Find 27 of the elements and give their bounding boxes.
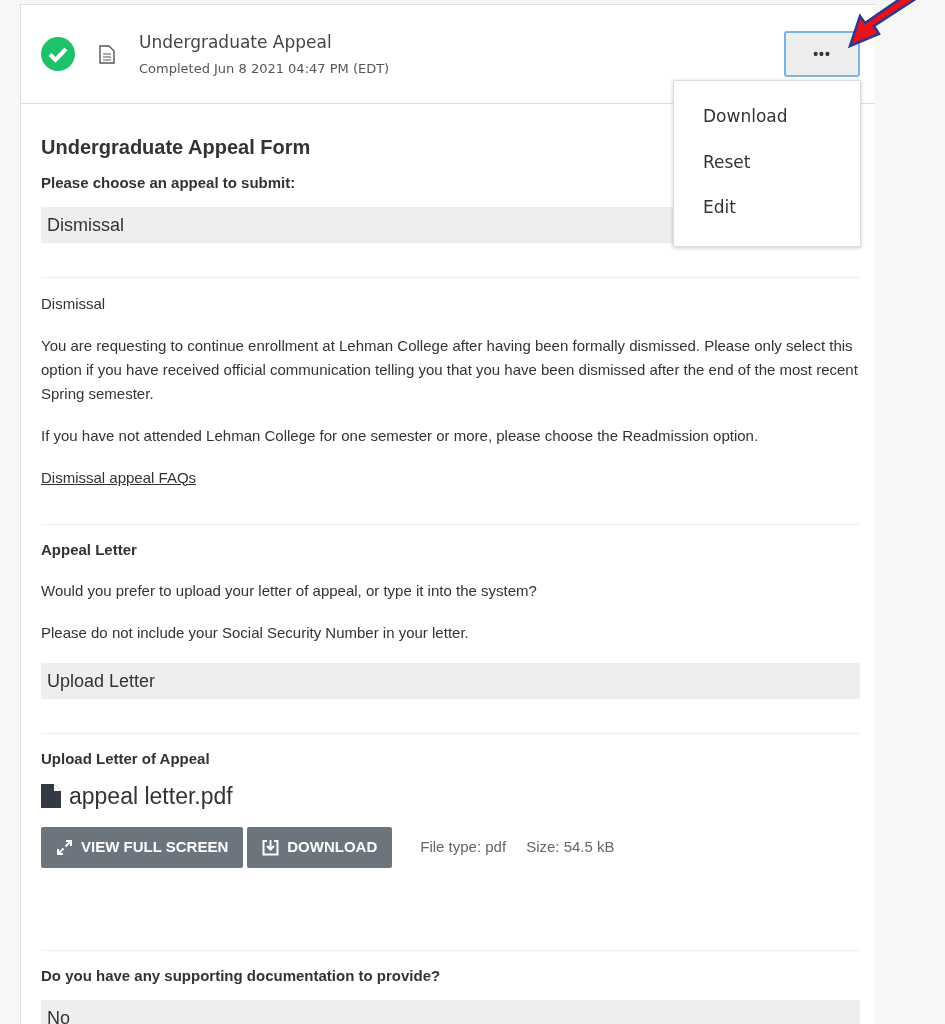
download-icon [262,839,280,856]
completed-date: Completed Jun 8 2021 04:47 PM (EDT) [139,60,390,78]
paragraph: Dismissal [41,293,107,314]
file-type: File type: pdf [420,837,507,858]
answer-field: Upload Letter [41,663,860,699]
menu-item[interactable]: Download [674,95,817,141]
form-title: Undergraduate Appeal Form [41,135,311,160]
question-label: Appeal Letter [41,539,137,560]
question-label: Please choose an appeal to submit: [41,173,296,193]
paragraph: You are requesting to continue enrollment at Lehman College after having been formally dismissed. Please only select this option if you have received official communication telling you that you have been dismissed after the end of the most recent Spring semester. [41,335,859,404]
header-title: Undergraduate Appeal [139,30,333,54]
faq-link[interactable]: Dismissal appeal FAQs [41,468,197,486]
more-button[interactable]: ••• [784,31,860,77]
document-icon [99,44,115,64]
question-label: Upload Letter of Appeal [41,749,210,769]
file-icon [41,783,61,808]
file-button[interactable]: VIEW FULL SCREEN [41,827,244,868]
question-label: Do you have any supporting documentation to provide? [41,966,441,986]
file-button[interactable]: DOWNLOAD [247,827,393,868]
file-size: Size: 54.5 kB [526,837,615,858]
expand-icon [56,839,73,856]
paragraph: Would you prefer to upload your letter of appeal, or type it into the system? [41,581,538,601]
paragraph: Please do not include your Social Security Number in your letter. [41,623,470,643]
menu-item[interactable]: Reset [674,140,780,186]
file-name: appeal letter.pdf [69,781,233,811]
paragraph: If you have not attended Lehman College for one semester or more, please choose the Readmission option. [41,425,760,446]
answer-field: No [41,999,860,1024]
